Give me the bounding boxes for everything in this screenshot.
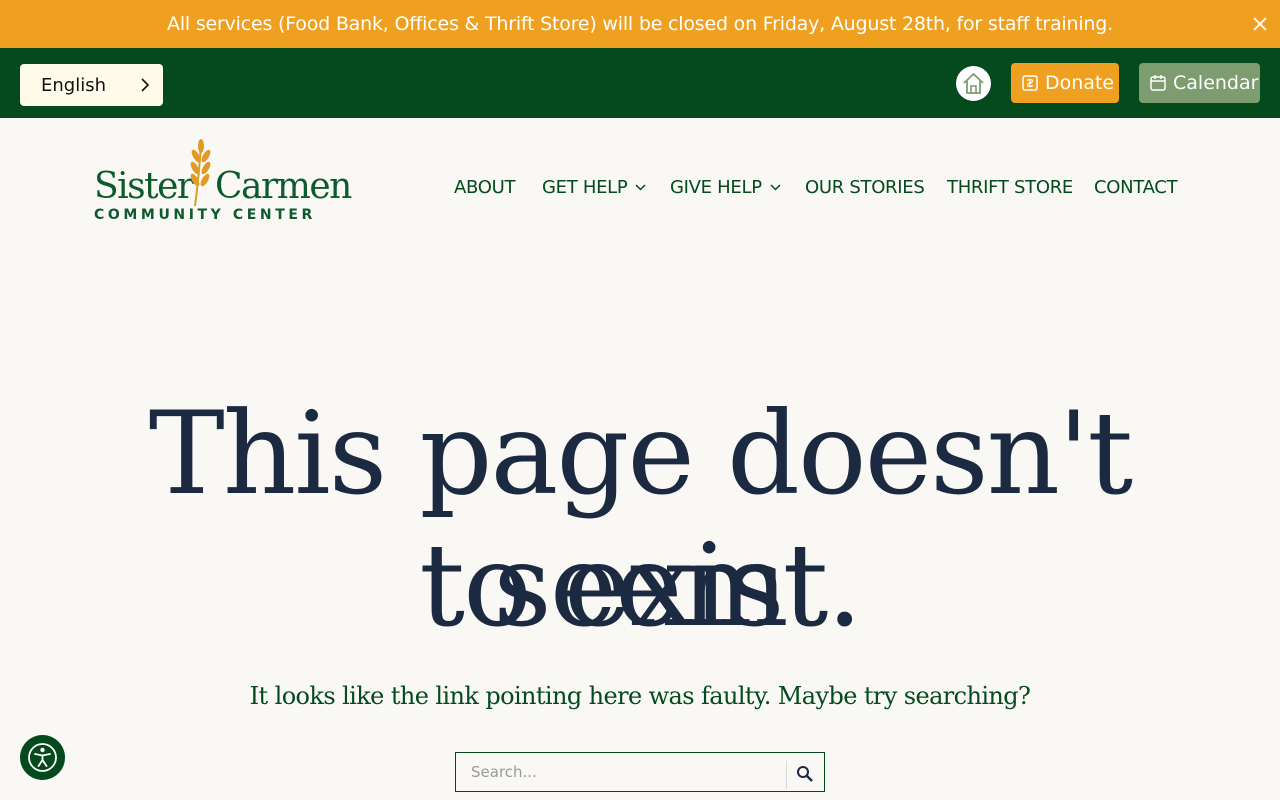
- language-selector[interactable]: English: [20, 64, 163, 106]
- nav-item-about[interactable]: ABOUT: [454, 177, 515, 198]
- search-input[interactable]: [456, 753, 782, 791]
- donate-icon: [1022, 75, 1038, 91]
- site-logo[interactable]: Sister Carmen COMMUNITY CENTER: [94, 138, 352, 226]
- logo-word-sister: Sister: [94, 166, 194, 207]
- announcement-bar: All services (Food Bank, Offices & Thrif…: [0, 0, 1280, 48]
- nav-item-label: GET HELP: [542, 177, 628, 198]
- accessibility-button[interactable]: [20, 735, 65, 780]
- page-title-line-2: to exist.: [419, 519, 862, 652]
- nav-item-thrift-store[interactable]: THRIFT STORE: [947, 177, 1073, 198]
- nav-item-get-help[interactable]: GET HELP: [542, 177, 646, 198]
- error-message: It looks like the link pointing here was…: [249, 682, 1031, 710]
- donate-button[interactable]: Donate: [1011, 63, 1119, 103]
- nav-item-label: CONTACT: [1094, 177, 1178, 198]
- chevron-down-icon: [635, 184, 646, 191]
- donate-label: Donate: [1045, 72, 1115, 94]
- nav-item-contact[interactable]: CONTACT: [1094, 177, 1178, 198]
- nav-item-our-stories[interactable]: OUR STORIES: [805, 177, 925, 198]
- language-label: English: [41, 75, 106, 96]
- calendar-icon: [1150, 75, 1166, 91]
- home-button[interactable]: [956, 66, 991, 101]
- close-icon[interactable]: [1250, 14, 1270, 34]
- nav-item-label: OUR STORIES: [805, 177, 925, 198]
- calendar-button[interactable]: Calendar: [1139, 63, 1260, 103]
- accessibility-icon: [28, 743, 57, 772]
- chevron-down-icon: [770, 184, 781, 191]
- wheat-icon: [190, 139, 211, 207]
- logo-word-carmen: Carmen: [215, 166, 352, 207]
- calendar-label: Calendar: [1173, 72, 1259, 94]
- announcement-text: All services (Food Bank, Offices & Thrif…: [167, 13, 1113, 35]
- logo-subtitle: COMMUNITY CENTER: [94, 207, 316, 223]
- nav-item-label: THRIFT STORE: [947, 177, 1073, 198]
- home-icon: [963, 73, 984, 94]
- search-icon: [797, 766, 813, 782]
- nav-item-give-help[interactable]: GIVE HELP: [670, 177, 781, 198]
- search-button[interactable]: [786, 761, 818, 789]
- chevron-right-icon: [141, 78, 150, 92]
- nav-item-label: ABOUT: [454, 177, 516, 198]
- search-form: [455, 752, 825, 792]
- nav-item-label: GIVE HELP: [670, 177, 762, 198]
